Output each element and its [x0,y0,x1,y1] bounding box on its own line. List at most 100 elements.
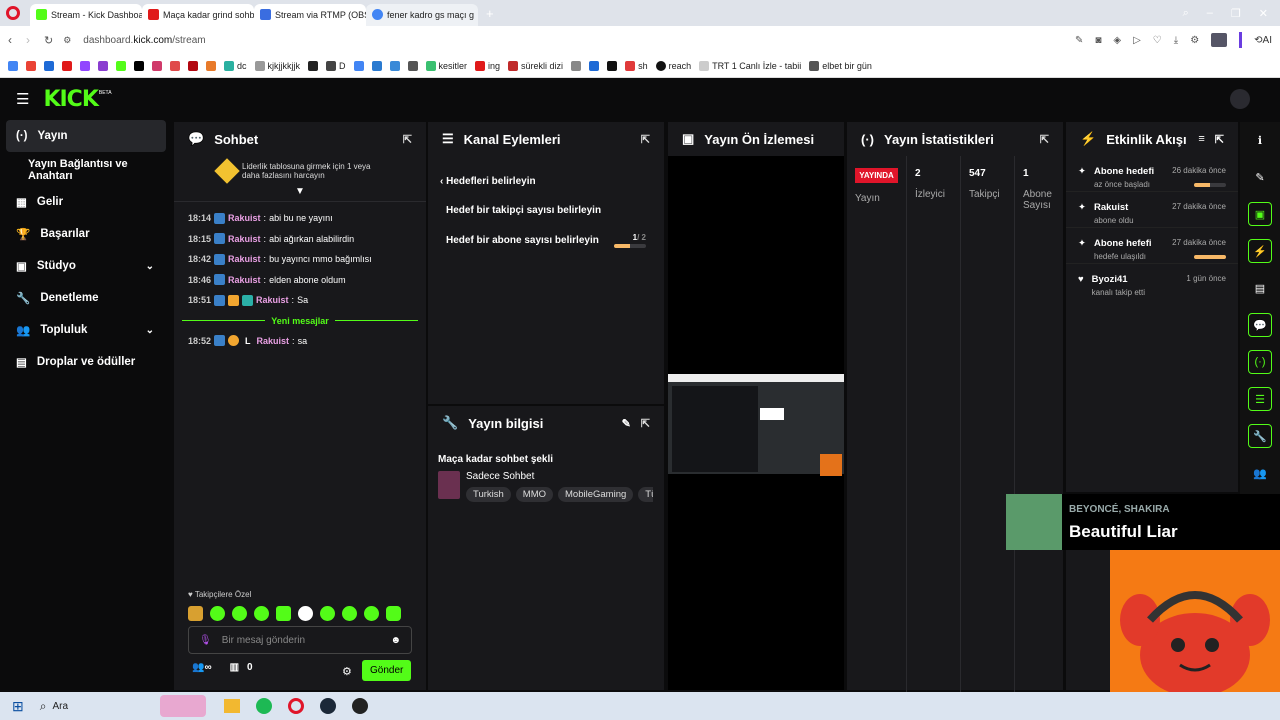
search-tabs-icon[interactable]: ⌕ [1183,7,1189,20]
emote-icon[interactable] [254,606,269,621]
bookmark-sh[interactable]: sh [625,60,648,71]
chat-message[interactable]: 18:14 Rakuist: abi bu ne yayını [174,208,426,229]
avatar[interactable] [1230,89,1250,109]
emote-icon[interactable] [232,606,247,621]
preview-toggle-icon[interactable]: ▣ [1248,202,1272,226]
back-icon[interactable]: ‹ [8,33,12,47]
download-icon[interactable]: ⤓ [1174,35,1178,46]
bookmark-6[interactable] [308,60,319,71]
bookmark-trt[interactable]: TRT 1 Canlı İzle - tabii [699,60,801,71]
file-explorer-icon[interactable] [224,699,241,713]
sidebar-item-basarilar[interactable]: 🏆 Başarılar [0,218,172,250]
chat-toggle-icon[interactable]: 💬 [1248,313,1272,337]
emote-icon[interactable] [210,606,225,621]
follower-goal-item[interactable]: Hedef bir takipçi sayısı belirleyin [428,187,664,216]
emote-icon[interactable] [342,606,357,621]
bookmark-3[interactable] [152,60,162,71]
chat-message[interactable]: 18:42 Rakuist: bu yayıncı mmo bağımlısı [174,249,426,270]
site-info-icon[interactable]: ⚙ [63,35,71,46]
actions-toggle-icon[interactable]: ☰ [1248,387,1272,411]
shield-icon[interactable]: ◈ [1113,35,1121,46]
maximize-icon[interactable]: ❐ [1231,7,1241,20]
bookmark-7[interactable] [371,60,382,71]
emote-icon[interactable] [320,606,335,621]
activity-item[interactable]: ♥ Byozi41 1 gün önce kanalı takip etti [1066,264,1238,300]
reload-icon[interactable]: ↻ [44,34,53,47]
users-icon[interactable]: 👥∞ [192,662,212,673]
broadcast-icon[interactable]: (·) [1248,350,1272,374]
bookmark-kesitler[interactable]: kesitler [425,60,467,71]
bookmark-twitch[interactable] [80,60,90,71]
search-icon[interactable]: ⌕ [40,699,47,714]
menu-icon[interactable]: ☰ [16,90,29,108]
bookmark-youtube[interactable] [62,60,72,71]
edit-icon[interactable]: ✎ [622,417,631,430]
emote-icon[interactable] [276,606,291,621]
tag-chip[interactable]: Tür [638,487,653,502]
bookmark-reach[interactable]: reach [655,60,691,71]
edit-icon[interactable]: ✎ [1075,35,1083,46]
bookmark-netflix[interactable] [188,60,198,71]
gift-icon[interactable]: ▥ [230,662,239,673]
wrench-icon[interactable]: 🔧 [1248,424,1272,448]
camera-icon[interactable]: ◙ [1095,35,1101,46]
activity-item[interactable]: ✦ Abone hefefi 27 dakika önce hedefe ulaşıl… [1066,228,1238,264]
bookmark-12[interactable] [607,60,618,71]
bookmark-gmail[interactable] [26,60,36,71]
bookmark-elbet[interactable]: elbet bir gün [809,60,872,71]
emote-icon[interactable] [298,606,313,621]
pencil-icon[interactable]: ✎ [1248,165,1272,189]
bookmark-5[interactable] [206,60,216,71]
bookmark-1[interactable] [44,60,54,71]
minimize-icon[interactable]: – [1207,7,1213,20]
opera-icon[interactable] [288,698,305,714]
bookmark-9[interactable] [407,60,418,71]
chat-input[interactable]: 🎙 Bir mesaj gönderin ☻ [188,626,412,654]
send-icon[interactable]: ▷ [1133,35,1141,46]
bookmark-10[interactable] [571,60,582,71]
activity-item[interactable]: ✦ Rakuist 27 dakika önce abone oldu [1066,192,1238,228]
bookmark-2[interactable] [98,60,108,71]
bookmark-dc[interactable]: dc [224,60,247,71]
tab-google-search[interactable]: fener kadro gs maçı g✕ [366,3,478,26]
ai-button[interactable]: ⟲AI [1254,35,1272,46]
settings-icon[interactable]: ⚙ [342,665,352,678]
profile-icon[interactable] [1211,33,1228,47]
opera-icon[interactable] [6,6,20,20]
bookmark-d[interactable]: D [326,60,346,71]
bookmark-google[interactable] [8,60,18,71]
forward-icon[interactable]: › [26,33,30,47]
users-icon[interactable]: 👥 [1248,461,1272,485]
sidebar-item-droplar[interactable]: ▤ Droplar ve ödüller [0,346,172,378]
document-icon[interactable]: ▤ [1248,276,1272,300]
sidebar-item-denetleme[interactable]: 🔧 Denetleme [0,282,172,314]
filter-icon[interactable]: ≡ [1198,133,1204,145]
bookmark-g[interactable] [353,60,364,71]
emote-icon[interactable] [386,606,401,621]
bookmark-kick[interactable] [116,60,126,71]
bookmark-kjk[interactable]: kjkjjkkjjk [254,60,300,71]
tab-rtmp[interactable]: Stream via RTMP (OBS, Vm [254,3,366,26]
tag-chip[interactable]: Turkish [466,487,511,502]
kick-logo[interactable]: KICK [43,87,98,112]
bookmark-x[interactable] [134,60,144,71]
category-thumbnail[interactable] [438,471,460,499]
tab-kick-dashboard[interactable]: Stream - Kick Dashboard [30,3,142,26]
tag-chip[interactable]: MMO [515,487,554,502]
popout-icon[interactable]: ⇱ [1040,133,1049,146]
obs-icon[interactable] [352,698,369,714]
url-field[interactable]: dashboard.kick.com/stream [83,35,205,46]
bookmark-8[interactable] [389,60,400,71]
emote-icon[interactable] [188,606,203,621]
activity-item[interactable]: ✦ Abone hedefi 26 dakika önce az önce başla… [1066,156,1238,192]
bookmark-4[interactable] [170,60,180,71]
tab-stream-youtube[interactable]: Maça kadar grind sohbet [142,3,254,26]
heart-icon[interactable]: ♡ [1153,35,1162,46]
sidebar-item-yayin[interactable]: (·) Yayın [6,120,166,152]
popout-icon[interactable]: ⇱ [641,133,650,146]
settings-icon[interactable]: ⚙ [1190,35,1199,46]
emote-icon[interactable] [364,606,379,621]
bookmark-dizi[interactable]: sürekli dizi [508,60,563,71]
send-button[interactable]: Gönder [362,660,412,681]
sidebar-item-topluluk[interactable]: 👥 Topluluk ⌄ [0,314,172,346]
